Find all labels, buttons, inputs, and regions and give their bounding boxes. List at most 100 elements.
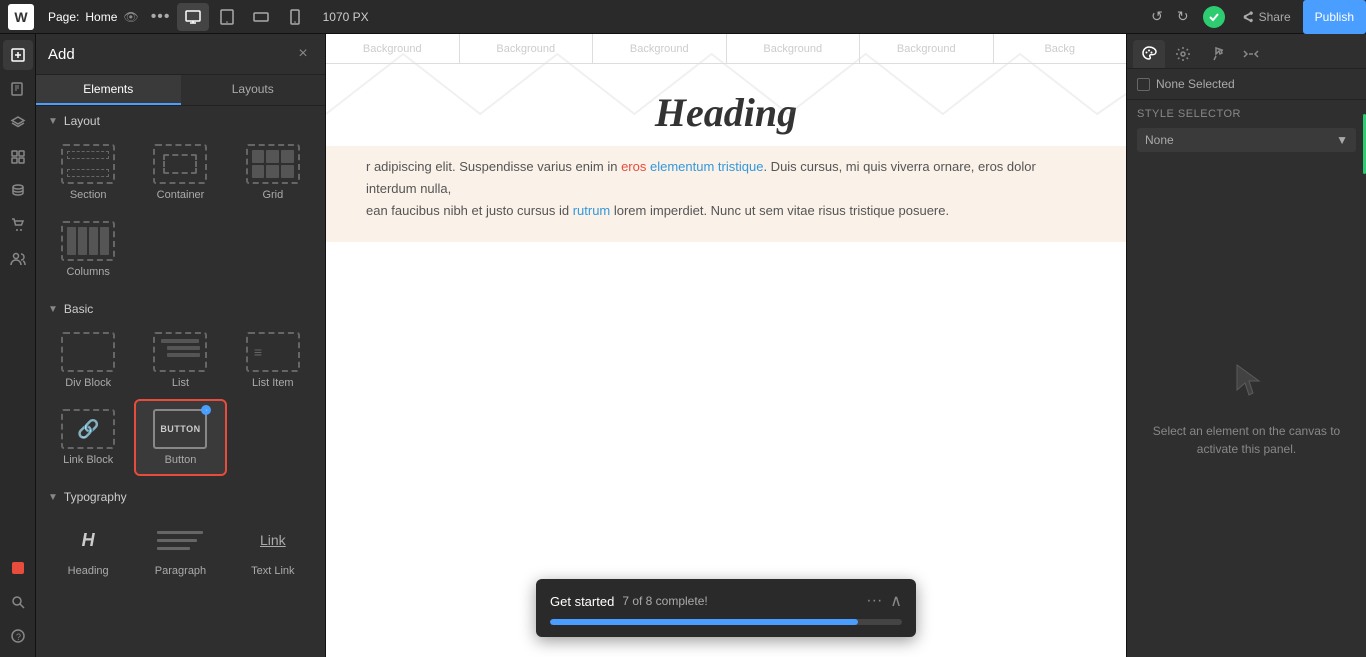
redo-btn[interactable]: ↻ bbox=[1171, 4, 1195, 29]
columns-element[interactable]: Columns bbox=[44, 213, 132, 286]
help-icon[interactable]: ? bbox=[3, 621, 33, 651]
canvas[interactable]: Background Background Background Backgro… bbox=[326, 34, 1126, 657]
progress-bar-track bbox=[550, 619, 902, 625]
progress-actions: ··· ∧ bbox=[866, 591, 902, 611]
basic-elements-grid: Div Block List List Item 🔗 Link B bbox=[36, 324, 325, 482]
share-button[interactable]: Share bbox=[1233, 6, 1299, 28]
style-tab[interactable] bbox=[1133, 40, 1165, 68]
layers-icon[interactable] bbox=[3, 108, 33, 138]
assets-icon[interactable] bbox=[3, 142, 33, 172]
page-eye-icon[interactable]: 👁 bbox=[123, 10, 138, 24]
progress-count: 7 of 8 complete! bbox=[622, 594, 707, 608]
pages-icon[interactable] bbox=[3, 74, 33, 104]
add-panel-header: Add × bbox=[36, 34, 325, 75]
undo-btn[interactable]: ↺ bbox=[1145, 4, 1169, 29]
progress-bar-fill bbox=[550, 619, 858, 625]
section-label: Section bbox=[70, 189, 107, 201]
progress-overlay: Get started 7 of 8 complete! ··· ∧ bbox=[536, 579, 916, 637]
progress-collapse-btn[interactable]: ∧ bbox=[890, 591, 902, 611]
bg-label-6: Backg bbox=[994, 34, 1127, 63]
landscape-view-btn[interactable] bbox=[245, 3, 277, 31]
grid-element[interactable]: Grid bbox=[229, 136, 317, 209]
settings-tab[interactable] bbox=[1167, 40, 1199, 68]
heading-element[interactable]: H Heading bbox=[44, 512, 132, 585]
none-selected-label: None Selected bbox=[1156, 77, 1235, 91]
paragraph-label: Paragraph bbox=[155, 565, 206, 577]
left-sidebar: ? bbox=[0, 34, 36, 657]
page-name[interactable]: Home bbox=[85, 10, 117, 24]
canvas-body-text: r adipiscing elit. Suspendisse varius en… bbox=[326, 146, 1126, 242]
bg-label-4: Background bbox=[727, 34, 861, 63]
view-mode-icons bbox=[177, 3, 311, 31]
canvas-highlight-blue: elementum tristique bbox=[650, 159, 763, 174]
progress-dots-btn[interactable]: ··· bbox=[866, 592, 882, 610]
heading-icon: H bbox=[61, 520, 115, 560]
logo: W bbox=[8, 4, 34, 30]
button-icon: BUTTON bbox=[153, 409, 207, 449]
text-link-element[interactable]: Link Text Link bbox=[229, 512, 317, 585]
tab-layouts[interactable]: Layouts bbox=[181, 75, 326, 105]
typography-section-label: Typography bbox=[64, 490, 127, 504]
canvas-highlight-red: eros bbox=[621, 159, 646, 174]
interactions-tab[interactable] bbox=[1201, 40, 1233, 68]
container-icon bbox=[153, 144, 207, 184]
style-selector-chevron-icon: ▼ bbox=[1336, 133, 1348, 147]
basic-chevron-icon: ▼ bbox=[48, 304, 58, 315]
paragraph-element[interactable]: Paragraph bbox=[136, 512, 224, 585]
tab-elements[interactable]: Elements bbox=[36, 75, 181, 105]
right-panel: None Selected Style selector None ▼ Sele… bbox=[1126, 34, 1366, 657]
canvas-highlight-blue2: rutrum bbox=[573, 203, 611, 218]
tablet-view-btn[interactable] bbox=[211, 3, 243, 31]
add-panel-close-btn[interactable]: × bbox=[293, 44, 313, 64]
basic-section-header[interactable]: ▼ Basic bbox=[36, 294, 325, 324]
style-selector-label: Style selector bbox=[1127, 100, 1366, 128]
text-link-label: Text Link bbox=[251, 565, 294, 577]
grid-label: Grid bbox=[262, 189, 283, 201]
list-icon bbox=[153, 332, 207, 372]
desktop-view-btn[interactable] bbox=[177, 3, 209, 31]
publish-button[interactable]: Publish bbox=[1303, 0, 1366, 34]
button-element[interactable]: BUTTON · Button bbox=[136, 401, 224, 474]
link-block-element[interactable]: 🔗 Link Block bbox=[44, 401, 132, 474]
add-panel: Add × Elements Layouts ▼ Layout Section … bbox=[36, 34, 326, 657]
list-item-element[interactable]: List Item bbox=[229, 324, 317, 397]
search-icon[interactable] bbox=[3, 587, 33, 617]
list-element[interactable]: List bbox=[136, 324, 224, 397]
style-selector-dropdown[interactable]: None ▼ bbox=[1137, 128, 1356, 152]
link-block-icon: 🔗 bbox=[61, 409, 115, 449]
users-icon[interactable] bbox=[3, 244, 33, 274]
section-element[interactable]: Section bbox=[44, 136, 132, 209]
bg-label-2: Background bbox=[460, 34, 594, 63]
ecommerce-icon[interactable] bbox=[3, 210, 33, 240]
add-panel-tabs: Elements Layouts bbox=[36, 75, 325, 106]
cursor-icon bbox=[1227, 360, 1267, 410]
progress-title-group: Get started 7 of 8 complete! bbox=[550, 594, 708, 609]
style-selector-value: None bbox=[1145, 133, 1174, 147]
container-element[interactable]: Container bbox=[136, 136, 224, 209]
canvas-inner: Background Background Background Backgro… bbox=[326, 34, 1126, 657]
div-block-element[interactable]: Div Block bbox=[44, 324, 132, 397]
right-panel-none-selected: None Selected bbox=[1127, 69, 1366, 100]
columns-label: Columns bbox=[66, 266, 109, 278]
add-elements-icon[interactable] bbox=[3, 40, 33, 70]
viewport-width: 1070 PX bbox=[315, 10, 377, 24]
layout-section-header[interactable]: ▼ Layout bbox=[36, 106, 325, 136]
add-panel-title: Add bbox=[48, 46, 75, 63]
bg-label-3: Background bbox=[593, 34, 727, 63]
add-panel-content: ▼ Layout Section Container Grid bbox=[36, 106, 325, 657]
bg-label-5: Background bbox=[860, 34, 994, 63]
layout-chevron-icon: ▼ bbox=[48, 116, 58, 127]
breakpoints-tab[interactable] bbox=[1235, 40, 1267, 68]
mobile-view-btn[interactable] bbox=[279, 3, 311, 31]
svg-text:?: ? bbox=[16, 632, 21, 642]
cms-icon[interactable] bbox=[3, 176, 33, 206]
red-square-icon[interactable] bbox=[3, 553, 33, 583]
none-selected-checkbox[interactable] bbox=[1137, 78, 1150, 91]
link-block-label: Link Block bbox=[63, 454, 113, 466]
corner-badge-icon: · bbox=[201, 405, 211, 415]
progress-title: Get started bbox=[550, 594, 614, 609]
div-block-label: Div Block bbox=[65, 377, 111, 389]
typography-section-header[interactable]: ▼ Typography bbox=[36, 482, 325, 512]
heading-label: Heading bbox=[68, 565, 109, 577]
topbar-more-icon[interactable]: ••• bbox=[149, 5, 173, 29]
